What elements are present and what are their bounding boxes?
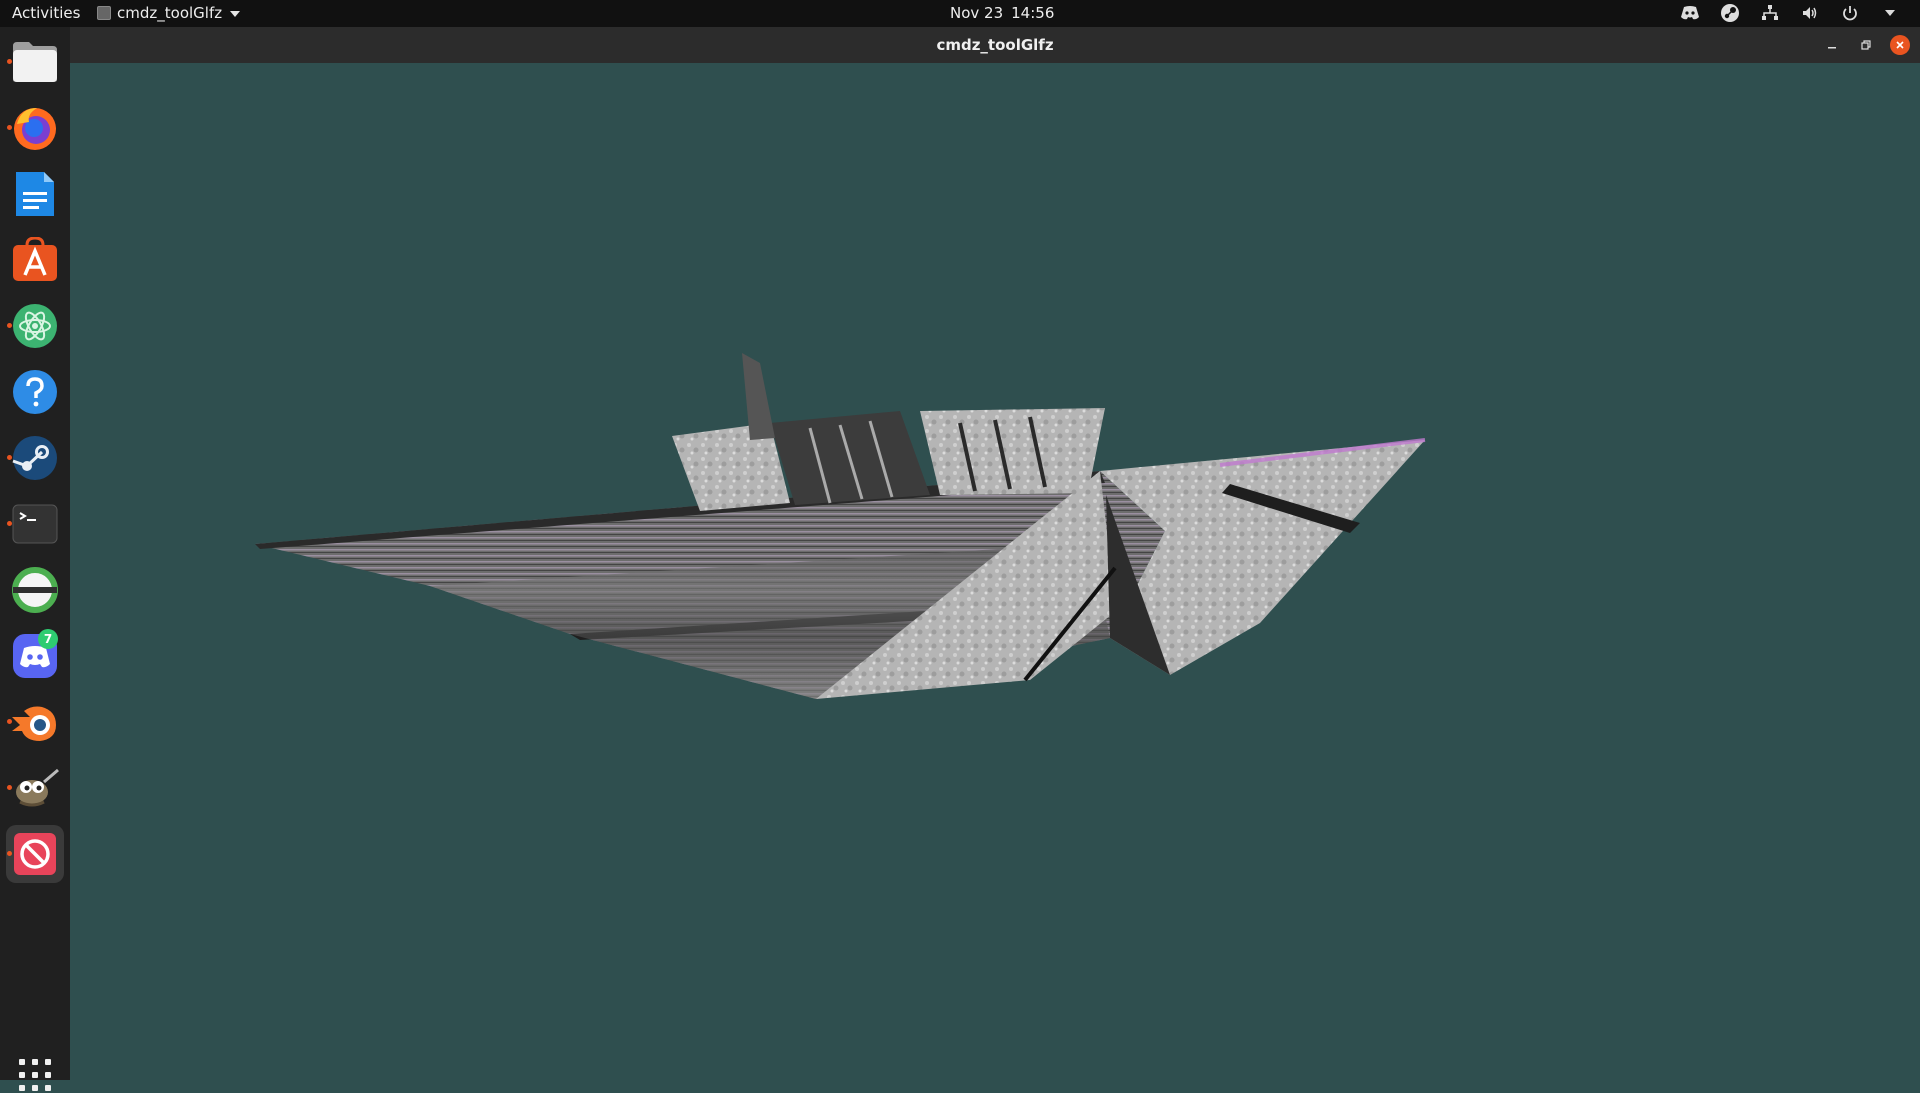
dock-item-cmdz-toolglfz[interactable] xyxy=(6,825,64,883)
dock-item-sync[interactable] xyxy=(6,561,64,619)
terminal-icon xyxy=(12,504,58,544)
software-store-icon xyxy=(13,237,57,281)
volume-icon[interactable] xyxy=(1800,3,1820,23)
show-apps-grid-icon[interactable] xyxy=(17,1057,53,1093)
discord-tray-icon[interactable] xyxy=(1680,3,1700,23)
dock-item-software[interactable] xyxy=(6,231,64,289)
running-indicator xyxy=(7,521,12,526)
minimize-icon xyxy=(1828,47,1836,49)
dock-item-blender[interactable] xyxy=(6,693,64,751)
dock-item-terminal[interactable] xyxy=(6,495,64,553)
window-titlebar[interactable]: cmdz_toolGlfz xyxy=(70,27,1920,63)
running-indicator xyxy=(7,785,12,790)
running-indicator xyxy=(7,851,12,856)
dock: 7 xyxy=(0,27,70,1091)
steam-icon xyxy=(12,436,57,480)
network-icon[interactable] xyxy=(1760,3,1780,23)
minimize-button[interactable] xyxy=(1822,35,1842,55)
blender-icon xyxy=(12,706,56,741)
close-button[interactable] xyxy=(1890,35,1910,55)
dock-item-help[interactable] xyxy=(6,363,64,421)
close-icon xyxy=(1896,41,1904,49)
render-viewport[interactable] xyxy=(70,63,1920,1080)
dock-item-atom[interactable] xyxy=(6,297,64,355)
firefox-icon xyxy=(14,108,56,150)
clock[interactable]: Nov 23 14:56 xyxy=(950,4,1054,22)
dock-item-gimp[interactable] xyxy=(6,759,64,817)
dock-item-writer[interactable] xyxy=(6,165,64,223)
window-title: cmdz_toolGlfz xyxy=(936,36,1054,54)
running-indicator xyxy=(7,719,12,724)
files-icon xyxy=(13,42,57,82)
atom-editor-icon xyxy=(13,304,57,348)
sync-app-icon xyxy=(12,567,58,613)
power-icon[interactable] xyxy=(1840,3,1860,23)
clock-time: 14:56 xyxy=(1011,4,1055,22)
steam-tray-icon[interactable] xyxy=(1720,3,1740,23)
cmdz-toolglfz-icon xyxy=(14,833,56,875)
dock-item-steam[interactable] xyxy=(6,429,64,487)
running-indicator xyxy=(7,455,12,460)
activities-button[interactable]: Activities xyxy=(12,4,80,22)
running-indicator xyxy=(7,125,12,130)
app-window: cmdz_toolGlfz xyxy=(70,27,1920,1080)
running-indicator xyxy=(7,323,12,328)
superstructure-right-block xyxy=(920,408,1105,495)
dock-item-firefox[interactable] xyxy=(6,99,64,157)
dock-item-discord[interactable]: 7 xyxy=(6,627,64,685)
running-indicator xyxy=(7,59,12,64)
notification-badge: 7 xyxy=(38,629,58,649)
app-menu-label: cmdz_toolGlfz xyxy=(117,4,223,22)
clock-date: Nov 23 xyxy=(950,4,1004,22)
app-menu[interactable]: cmdz_toolGlfz xyxy=(97,4,241,22)
libreoffice-writer-icon xyxy=(16,172,54,216)
gimp-icon xyxy=(16,768,59,807)
system-menu-chevron-icon[interactable] xyxy=(1880,3,1900,23)
dock-item-files[interactable] xyxy=(6,33,64,91)
restore-button[interactable] xyxy=(1856,35,1876,55)
top-bar: Activities cmdz_toolGlfz Nov 23 14:56 xyxy=(0,0,1920,27)
chevron-down-icon xyxy=(230,11,241,17)
system-tray xyxy=(1680,3,1900,23)
rendered-3d-scene xyxy=(255,353,1426,699)
restore-icon xyxy=(1861,40,1871,50)
help-icon xyxy=(13,370,57,414)
app-menu-icon xyxy=(97,6,111,20)
